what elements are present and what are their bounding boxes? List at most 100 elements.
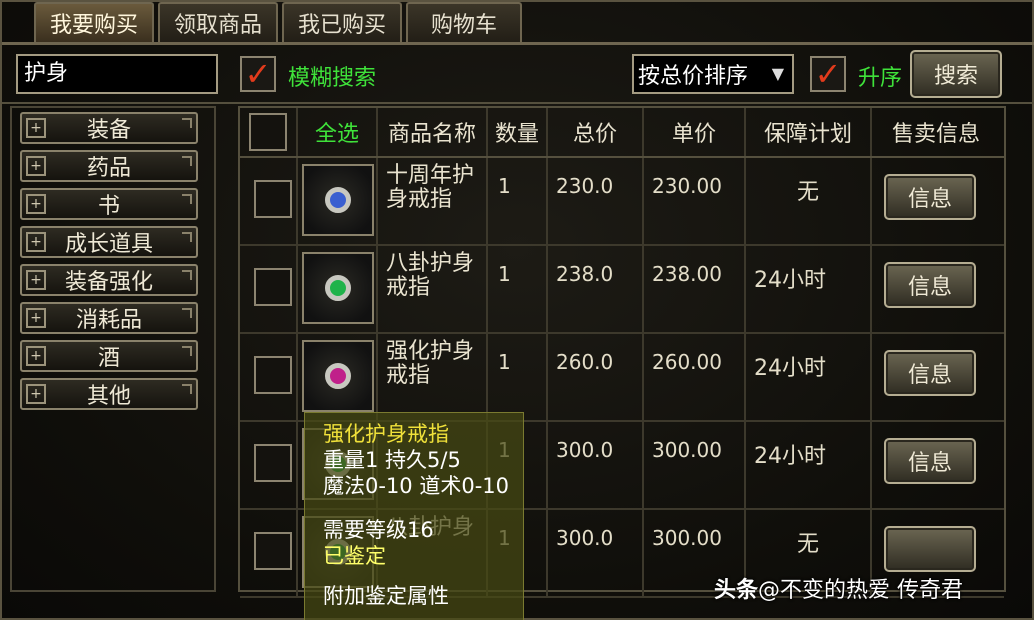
unit-price-cell: 300.00 — [644, 422, 746, 508]
corner-ornament — [182, 384, 192, 394]
select-all-checkbox[interactable] — [249, 113, 287, 151]
ascending-checkbox[interactable]: ✓ — [810, 56, 846, 92]
ascending-label: 升序 — [858, 66, 903, 91]
item-quantity: 1 — [498, 262, 511, 286]
row-checkbox-cell — [240, 422, 298, 508]
item-icon-cell — [298, 246, 378, 332]
gem-icon — [325, 363, 351, 389]
row-checkbox[interactable] — [254, 444, 292, 482]
unit-price-cell: 260.00 — [644, 334, 746, 420]
total-price-cell: 260.0 — [548, 334, 644, 420]
quantity-cell: 1 — [488, 334, 548, 420]
ring-icon[interactable] — [302, 252, 374, 324]
category-enhance[interactable]: + 装备强化 — [20, 264, 198, 296]
guarantee-cell: 24小时 — [746, 246, 872, 332]
sort-select[interactable]: 按总价排序 ▼ — [632, 54, 794, 94]
expand-icon: + — [26, 308, 46, 328]
info-button[interactable]: 信息 — [884, 350, 976, 396]
search-button[interactable]: 搜索 — [910, 50, 1002, 98]
item-name-cell: 八卦护身戒指 — [378, 246, 488, 332]
item-name: 八卦护身戒指 — [386, 251, 475, 300]
item-unit-price: 300.00 — [652, 526, 722, 550]
tooltip-weight-durability: 重量1 持久5/5 — [323, 448, 461, 472]
row-checkbox-cell — [240, 510, 298, 596]
category-consumables[interactable]: + 消耗品 — [20, 302, 198, 334]
fuzzy-search-checkbox[interactable]: ✓ — [240, 56, 276, 92]
sale-info-cell: 信息 — [872, 422, 1000, 508]
item-icon-cell — [298, 334, 378, 420]
info-button[interactable]: 信息 — [884, 174, 976, 220]
chevron-down-icon: ▼ — [771, 64, 784, 83]
item-quantity: 1 — [498, 174, 511, 198]
header-name: 商品名称 — [378, 108, 488, 156]
checkmark-icon: ✓ — [814, 55, 842, 93]
category-equipment[interactable]: + 装备 — [20, 112, 198, 144]
category-label: 其他 — [86, 384, 131, 409]
corner-ornament — [182, 194, 192, 204]
total-price-cell: 300.0 — [548, 422, 644, 508]
header-total-price[interactable]: 总价 — [548, 108, 644, 156]
table-header: 全选 商品名称 数量 总价 单价 保障计划 售卖信息 — [240, 108, 1004, 158]
tooltip-title: 强化护身戒指 — [323, 422, 449, 446]
tab-buy[interactable]: 我要购买 — [34, 2, 155, 42]
corner-ornament — [182, 118, 192, 128]
tab-cart[interactable]: 购物车 — [406, 2, 523, 42]
item-name-cell: 十周年护身戒指 — [378, 158, 488, 244]
category-growth-items[interactable]: + 成长道具 — [20, 226, 198, 258]
tab-bar: 我要购买 领取商品 我已购买 购物车 — [34, 2, 523, 42]
expand-icon: + — [26, 118, 46, 138]
item-guarantee: 24小时 — [754, 444, 826, 469]
item-total-price: 260.0 — [556, 350, 614, 374]
expand-icon: + — [26, 232, 46, 252]
gem-icon — [325, 187, 351, 213]
row-checkbox[interactable] — [254, 356, 292, 394]
item-guarantee: 无 — [796, 532, 819, 557]
category-books[interactable]: + 书 — [20, 188, 198, 220]
item-total-price: 230.0 — [556, 174, 614, 198]
category-label: 成长道具 — [64, 232, 153, 257]
select-all-label[interactable]: 全选 — [298, 108, 378, 156]
item-tooltip: 强化护身戒指 重量1 持久5/5 魔法0-10 道术0-10 需要等级16 已鉴… — [304, 412, 524, 620]
table-row[interactable]: 强化护身戒指 1 260.0 260.00 24小时 信息 — [240, 334, 1004, 422]
total-price-cell: 238.0 — [548, 246, 644, 332]
gem-icon — [325, 275, 351, 301]
item-guarantee: 24小时 — [754, 356, 826, 381]
category-other[interactable]: + 其他 — [20, 378, 198, 410]
header-unit-price[interactable]: 单价 — [644, 108, 746, 156]
category-label: 书 — [97, 194, 120, 219]
category-potions[interactable]: + 药品 — [20, 150, 198, 182]
row-checkbox-cell — [240, 334, 298, 420]
sale-info-cell: 信息 — [872, 158, 1000, 244]
tab-claim[interactable]: 领取商品 — [158, 2, 279, 42]
unit-price-cell: 238.00 — [644, 246, 746, 332]
corner-ornament — [182, 156, 192, 166]
item-unit-price: 238.00 — [652, 262, 722, 286]
table-row[interactable]: 八卦护身戒指 1 238.0 238.00 24小时 信息 — [240, 246, 1004, 334]
category-label: 酒 — [97, 346, 120, 371]
tab-purchased[interactable]: 我已购买 — [282, 2, 403, 42]
item-unit-price: 230.00 — [652, 174, 722, 198]
row-checkbox[interactable] — [254, 268, 292, 306]
watermark-text: @不变的热爱 传奇君 — [758, 578, 964, 603]
quantity-cell: 1 — [488, 246, 548, 332]
row-checkbox[interactable] — [254, 532, 292, 570]
search-input[interactable]: 护身 — [16, 54, 218, 94]
row-checkbox-cell — [240, 158, 298, 244]
category-wine[interactable]: + 酒 — [20, 340, 198, 372]
ring-icon[interactable] — [302, 340, 374, 412]
item-guarantee: 24小时 — [754, 268, 826, 293]
row-checkbox[interactable] — [254, 180, 292, 218]
ring-icon[interactable] — [302, 164, 374, 236]
watermark: 头条@不变的热爱 传奇君 — [714, 572, 963, 604]
info-button[interactable]: 信息 — [884, 438, 976, 484]
item-unit-price: 260.00 — [652, 350, 722, 374]
item-unit-price: 300.00 — [652, 438, 722, 462]
expand-icon: + — [26, 346, 46, 366]
expand-icon: + — [26, 156, 46, 176]
expand-icon: + — [26, 194, 46, 214]
category-label: 装备强化 — [64, 270, 153, 295]
info-button[interactable]: 信息 — [884, 262, 976, 308]
sort-select-value: 按总价排序 — [638, 64, 749, 89]
info-button[interactable] — [884, 526, 976, 572]
table-row[interactable]: 十周年护身戒指 1 230.0 230.00 无 信息 — [240, 158, 1004, 246]
